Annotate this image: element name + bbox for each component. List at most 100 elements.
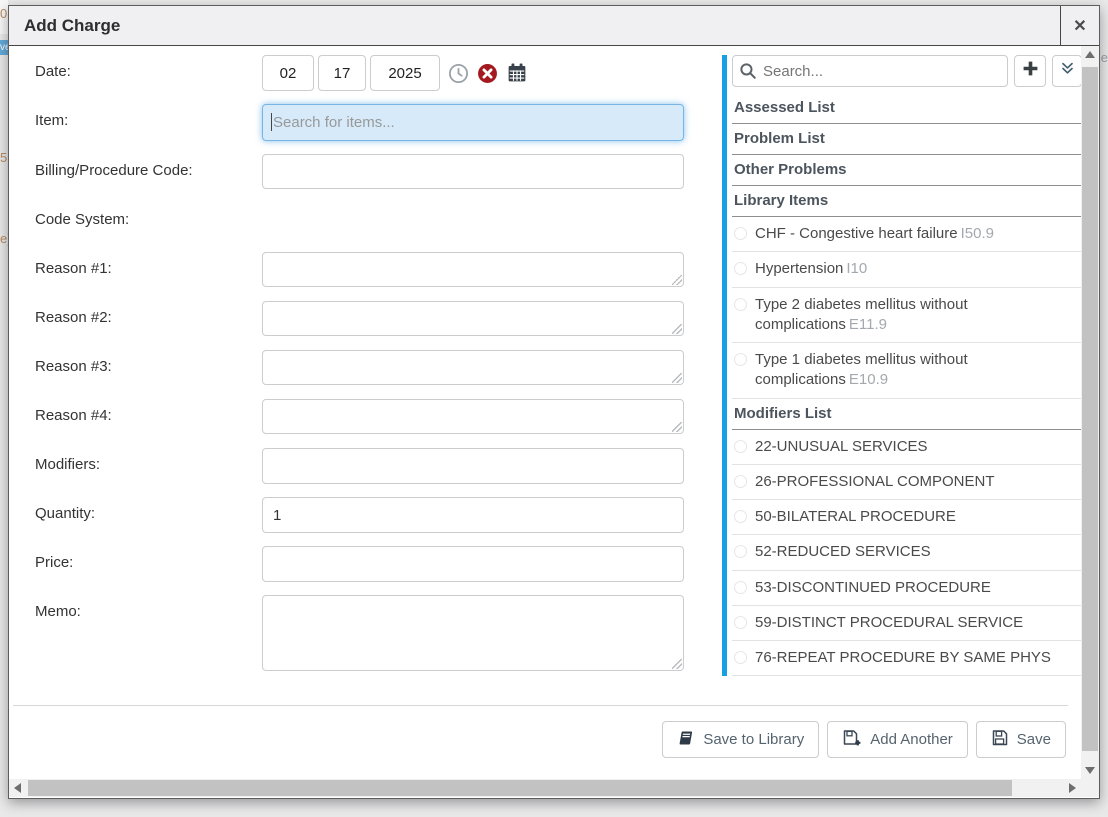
radio-icon xyxy=(734,262,747,275)
modifier-item[interactable]: 50-BILATERAL PROCEDURE xyxy=(732,500,1082,535)
modifier-item[interactable]: 52-REDUCED SERVICES xyxy=(732,535,1082,570)
reason2-input[interactable] xyxy=(262,301,684,336)
modifier-item[interactable]: 26-PROFESSIONAL COMPONENT xyxy=(732,465,1082,500)
library-item[interactable]: Type 2 diabetes mellitus without complic… xyxy=(732,288,1082,344)
scrollbar-corner xyxy=(1081,779,1099,797)
double-chevron-down-icon xyxy=(1060,61,1075,81)
library-item[interactable]: Type 1 diabetes mellitus without complic… xyxy=(732,343,1082,399)
radio-icon xyxy=(734,298,747,311)
section-title-assessed-list: Assessed List xyxy=(732,93,1082,124)
section-title-modifiers-list: Modifiers List xyxy=(732,399,1082,430)
price-label: Price: xyxy=(9,546,262,571)
save-to-library-button[interactable]: Save to Library xyxy=(662,721,819,758)
sidebar-search-row xyxy=(732,55,1082,87)
backdrop-fragment: e xyxy=(1101,50,1108,65)
reason4-label: Reason #4: xyxy=(9,399,262,424)
billing-code-label: Billing/Procedure Code: xyxy=(9,154,262,179)
section-title-library-items: Library Items xyxy=(732,186,1082,217)
item-name: 52-REDUCED SERVICES xyxy=(755,542,931,562)
save-icon xyxy=(991,729,1009,751)
backdrop-fragment: ve xyxy=(0,40,8,55)
code-system-label: Code System: xyxy=(9,203,262,228)
date-label: Date: xyxy=(9,55,262,80)
modifiers-label: Modifiers: xyxy=(9,448,262,473)
modifier-item[interactable]: 53-DISCONTINUED PROCEDURE xyxy=(732,571,1082,606)
radio-icon xyxy=(734,227,747,240)
vertical-scrollbar[interactable] xyxy=(1081,46,1099,779)
horizontal-scrollbar[interactable] xyxy=(9,779,1081,797)
save-button[interactable]: Save xyxy=(976,721,1066,758)
radio-icon xyxy=(734,651,747,664)
modifier-item[interactable]: 76-REPEAT PROCEDURE BY SAME PHYS xyxy=(732,641,1082,676)
calendar-icon[interactable] xyxy=(506,62,528,84)
billing-code-input[interactable] xyxy=(262,154,684,189)
item-label: Item: xyxy=(9,104,262,129)
sidebar-search-input[interactable] xyxy=(732,55,1008,87)
reason4-input[interactable] xyxy=(262,399,684,434)
add-another-button[interactable]: Add Another xyxy=(827,721,968,758)
reason3-row: Reason #3: xyxy=(9,350,709,386)
problem-library-panel: Assessed List Problem List Other Problem… xyxy=(722,55,1082,676)
backdrop-fragment: 5 xyxy=(0,150,7,165)
item-name: 76-REPEAT PROCEDURE BY SAME PHYS xyxy=(755,648,1051,668)
scroll-right-icon[interactable] xyxy=(1069,783,1076,793)
item-name: Hypertension xyxy=(755,260,843,277)
code-system-row: Code System: xyxy=(9,203,709,239)
item-code: I50.9 xyxy=(961,225,994,242)
item-name: 50-BILATERAL PROCEDURE xyxy=(755,507,956,527)
vertical-scrollbar-thumb[interactable] xyxy=(1082,67,1098,751)
item-search-input[interactable] xyxy=(262,104,684,141)
quantity-input[interactable] xyxy=(262,497,684,533)
reason1-label: Reason #1: xyxy=(9,252,262,277)
item-name: 53-DISCONTINUED PROCEDURE xyxy=(755,578,991,598)
item-code: E10.9 xyxy=(849,371,888,388)
section-title-other-problems: Other Problems xyxy=(732,155,1082,186)
date-day-input[interactable] xyxy=(318,55,366,91)
scroll-down-icon[interactable] xyxy=(1085,767,1095,774)
reason2-label: Reason #2: xyxy=(9,301,262,326)
dialog-body: Date: xyxy=(9,46,1099,797)
radio-icon xyxy=(734,510,747,523)
memo-label: Memo: xyxy=(9,595,262,620)
item-name: 22-UNUSUAL SERVICES xyxy=(755,437,928,457)
price-input[interactable] xyxy=(262,546,684,582)
reason1-input[interactable] xyxy=(262,252,684,287)
radio-icon xyxy=(734,581,747,594)
radio-icon xyxy=(734,353,747,366)
library-item[interactable]: HypertensionI10 xyxy=(732,252,1082,287)
horizontal-scrollbar-thumb[interactable] xyxy=(28,780,1012,796)
reason3-input[interactable] xyxy=(262,350,684,385)
price-row: Price: xyxy=(9,546,709,582)
date-month-input[interactable] xyxy=(262,55,314,91)
dialog-title: Add Charge xyxy=(9,16,1060,36)
reason3-label: Reason #3: xyxy=(9,350,262,375)
item-name: CHF - Congestive heart failure xyxy=(755,225,958,242)
modifier-item[interactable]: 22-UNUSUAL SERVICES xyxy=(732,430,1082,465)
item-name: 59-DISTINCT PROCEDURAL SERVICE xyxy=(755,613,1023,633)
item-code: E11.9 xyxy=(849,316,887,333)
date-row: Date: xyxy=(9,55,709,91)
close-button[interactable]: ✕ xyxy=(1060,6,1099,46)
modifiers-input[interactable] xyxy=(262,448,684,484)
save-plus-icon xyxy=(842,729,862,751)
footer-buttons: Save to Library Add Another Save xyxy=(662,721,1066,758)
scroll-up-icon[interactable] xyxy=(1085,51,1095,58)
scroll-left-icon[interactable] xyxy=(14,783,21,793)
collapse-all-button[interactable] xyxy=(1052,55,1082,87)
item-name: 26-PROFESSIONAL COMPONENT xyxy=(755,472,995,492)
screen: 0 ve 5 e) e Add Charge ✕ Date: xyxy=(0,0,1108,817)
add-item-button[interactable] xyxy=(1014,55,1046,87)
date-year-input[interactable] xyxy=(370,55,440,91)
save-label: Save xyxy=(1017,731,1051,748)
reason1-row: Reason #1: xyxy=(9,252,709,288)
clock-icon[interactable] xyxy=(448,63,469,84)
memo-row: Memo: xyxy=(9,595,709,671)
modifier-item[interactable]: 59-DISTINCT PROCEDURAL SERVICE xyxy=(732,606,1082,641)
library-item[interactable]: CHF - Congestive heart failureI50.9 xyxy=(732,217,1082,252)
billing-code-row: Billing/Procedure Code: xyxy=(9,154,709,190)
memo-input[interactable] xyxy=(262,595,684,671)
quantity-label: Quantity: xyxy=(9,497,262,522)
reason4-row: Reason #4: xyxy=(9,399,709,435)
clear-date-icon[interactable] xyxy=(477,63,498,84)
search-icon xyxy=(739,62,757,85)
